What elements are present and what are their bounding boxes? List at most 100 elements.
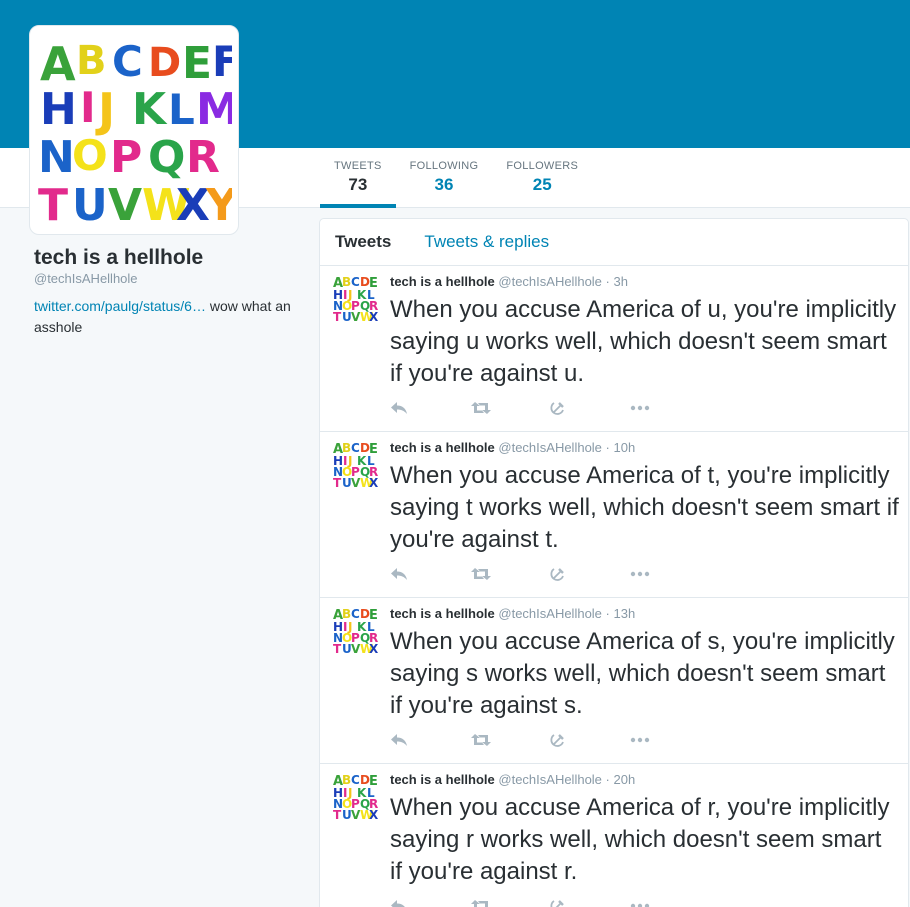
svg-text:F: F [212,37,232,86]
svg-text:O: O [72,131,108,180]
svg-text:D: D [148,40,181,86]
reply-button[interactable] [390,398,470,418]
tweet-author-handle[interactable]: @techIsAHellhole [498,440,602,455]
retweet-button[interactable] [470,896,550,907]
profile-avatar[interactable]: A B C D E F H I J K L M N O P Q R T U V … [29,25,239,235]
tweet-header: tech is a hellhole @techIsAHellhole · 20… [390,772,635,787]
svg-text:C: C [351,275,360,289]
svg-text:B: B [342,275,351,289]
alphabet-avatar-thumb: A B C D E H I J K L N O P Q R T U V W X [332,440,380,488]
svg-text:N: N [38,132,75,183]
svg-text:T: T [333,642,342,654]
alphabet-avatar-image: A B C D E F H I J K L M N O P Q R T U V … [36,32,232,228]
tweet-avatar[interactable]: A B C D E H I J K L N O P Q R T U V W X [332,772,380,820]
stat-label: FOLLOWERS [506,160,579,172]
profile-bio: twitter.com/paulg/status/6… wow what an … [34,296,294,338]
tweet-avatar[interactable]: A B C D E H I J K L N O P Q R T U V W X [332,606,380,654]
alphabet-avatar-thumb: A B C D E H I J K L N O P Q R T U V W X [332,606,380,654]
tab-tweets[interactable]: Tweets [335,232,391,252]
svg-text:L: L [168,85,195,134]
reply-icon [391,734,407,746]
timeline: Tweets Tweets & replies A B C D E H I J … [319,218,909,907]
reply-icon [391,402,407,414]
svg-text:T: T [38,180,68,228]
tweet-timestamp[interactable]: · 20h [606,772,636,787]
svg-text:C: C [112,37,143,86]
svg-text:T: T [333,476,342,488]
tweet-author-handle[interactable]: @techIsAHellhole [498,772,602,787]
tweet-list: A B C D E H I J K L N O P Q R T U V W X [320,266,908,907]
tweet-actions [390,730,710,750]
svg-text:C: C [351,441,360,455]
tweet[interactable]: A B C D E H I J K L N O P Q R T U V W X [320,764,908,907]
tab-tweets-and-replies[interactable]: Tweets & replies [424,232,549,252]
tweet-author-name[interactable]: tech is a hellhole [390,772,495,787]
tweet-author-handle[interactable]: @techIsAHellhole [498,274,602,289]
retweet-button[interactable] [470,730,550,750]
timeline-tabs: Tweets Tweets & replies [320,219,908,266]
tweet[interactable]: A B C D E H I J K L N O P Q R T U V W X [320,266,908,432]
profile-name[interactable]: tech is a hellhole [34,246,203,270]
retweet-icon [471,734,491,746]
favorite-button[interactable] [550,730,630,750]
more-button[interactable] [630,730,710,750]
more-button[interactable] [630,896,710,907]
favorite-button[interactable] [550,564,630,584]
tweet[interactable]: A B C D E H I J K L N O P Q R T U V W X [320,432,908,598]
svg-text:X: X [369,476,379,488]
retweet-button[interactable] [470,398,550,418]
favorite-button[interactable] [550,398,630,418]
hammer-sickle-icon [550,568,564,581]
svg-text:B: B [342,773,351,787]
stat-following[interactable]: FOLLOWING 36 [396,148,493,208]
tweet-avatar[interactable]: A B C D E H I J K L N O P Q R T U V W X [332,274,380,322]
svg-text:K: K [132,84,168,135]
tweet-timestamp[interactable]: · 13h [606,606,636,621]
reply-icon [391,568,407,580]
more-button[interactable] [630,398,710,418]
tweet-timestamp[interactable]: · 10h [606,440,636,455]
tweet-timestamp[interactable]: · 3h [606,274,628,289]
reply-button[interactable] [390,896,470,907]
retweet-button[interactable] [470,564,550,584]
svg-text:Y: Y [205,180,232,228]
more-icon [630,571,650,577]
svg-text:I: I [80,83,96,132]
svg-text:E: E [182,38,212,89]
tweet-actions [390,896,710,907]
tweet-author-name[interactable]: tech is a hellhole [390,606,495,621]
tweet-actions [390,398,710,418]
more-icon [630,405,650,411]
svg-text:R: R [186,132,220,183]
tweet-author-name[interactable]: tech is a hellhole [390,274,495,289]
stat-label: TWEETS [334,160,382,172]
svg-text:B: B [76,38,107,84]
tweet[interactable]: A B C D E H I J K L N O P Q R T U V W X [320,598,908,764]
svg-text:C: C [351,607,360,621]
retweet-icon [471,402,491,414]
tweet-text: When you accuse America of t, you're imp… [390,462,899,553]
hammer-sickle-icon [550,734,564,747]
reply-button[interactable] [390,730,470,750]
tweet-author-name[interactable]: tech is a hellhole [390,440,495,455]
more-icon [630,903,650,907]
tweet-avatar[interactable]: A B C D E H I J K L N O P Q R T U V W X [332,440,380,488]
tweet-text: When you accuse America of u, you're imp… [390,296,897,387]
stat-tweets[interactable]: TWEETS 73 [320,148,396,208]
stat-value: 36 [434,175,454,194]
stat-followers[interactable]: FOLLOWERS 25 [492,148,592,208]
stat-value: 73 [348,175,368,194]
profile-handle[interactable]: @techIsAHellhole [34,271,138,286]
more-icon [630,737,650,743]
hammer-sickle-icon [550,900,564,907]
tweet-author-handle[interactable]: @techIsAHellhole [498,606,602,621]
more-button[interactable] [630,564,710,584]
alphabet-avatar-thumb: A B C D E H I J K L N O P Q R T U V W X [332,772,380,820]
svg-text:B: B [342,607,351,621]
bio-link[interactable]: twitter.com/paulg/status/6… [34,298,206,314]
svg-text:X: X [369,642,379,654]
reply-button[interactable] [390,564,470,584]
favorite-button[interactable] [550,896,630,907]
svg-text:J: J [95,83,115,137]
retweet-icon [471,900,488,907]
